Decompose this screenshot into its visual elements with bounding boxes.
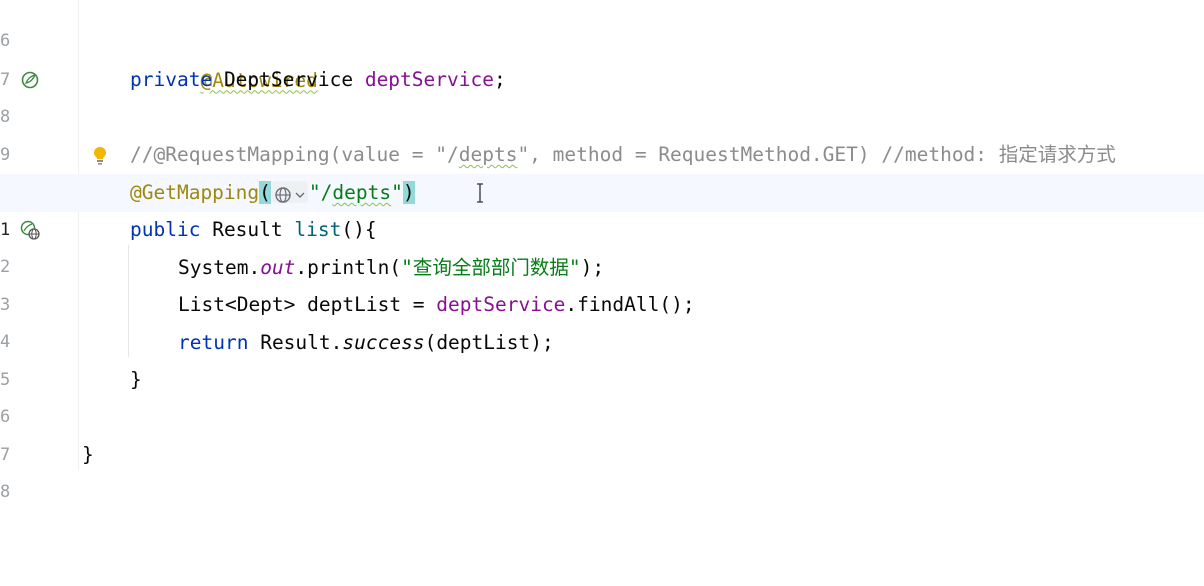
class-ref: Result. — [260, 331, 343, 354]
method-name: list — [294, 218, 342, 241]
code-line[interactable]: 6 — [0, 0, 1204, 51]
lightbulb-icon[interactable] — [92, 146, 108, 166]
code-line[interactable]: 0 //@RequestMapping(value = "/depts", me… — [0, 136, 1204, 202]
code-text: System.out.println("查询全部部门数据"); — [178, 249, 604, 287]
closing-brace: } — [130, 368, 142, 391]
field-name: deptService — [364, 68, 494, 91]
closing-brace: } — [82, 443, 94, 466]
type-name: DeptService — [223, 68, 354, 91]
class-ref: System. — [178, 256, 261, 279]
code-editor[interactable]: 6 7 @Autowired 8 private DeptService dep… — [0, 0, 1204, 502]
static-field: out — [260, 256, 296, 279]
code-line[interactable]: 3 System.out.println("查询全部部门数据"); — [0, 249, 1204, 315]
code-line-current[interactable]: 1 @GetMapping("/depts") — [0, 174, 1204, 240]
code-line[interactable]: 2 public Result list(){ — [0, 211, 1204, 277]
code-text: @GetMapping( "/depts") — [130, 174, 415, 212]
globe-inlay-hint[interactable] — [271, 180, 308, 203]
declaration: List<Dept> deptList = — [178, 293, 437, 316]
code-line[interactable]: 8 private DeptService deptService; — [0, 61, 1204, 127]
code-line[interactable]: 8 } — [0, 436, 1204, 502]
annotation-getmapping: @GetMapping — [130, 181, 260, 204]
paren-highlight: ) — [402, 181, 415, 204]
code-line[interactable]: 5 return Result.success(deptList); — [0, 324, 1204, 390]
code-line[interactable]: 7 @Autowired — [0, 24, 1204, 92]
code-line[interactable]: 7 — [0, 399, 1204, 465]
method-call: .findAll(); — [565, 293, 695, 316]
statement-end: ); — [580, 256, 605, 279]
code-line[interactable]: 4 List<Dept> deptList = deptService.find… — [0, 286, 1204, 352]
spring-web-endpoint-icon[interactable] — [20, 220, 40, 240]
string-literal: "查询全部部门数据" — [401, 256, 581, 279]
call-args: (deptList); — [424, 331, 554, 354]
comment-text: //@RequestMapping(value = "/depts", meth… — [130, 136, 1116, 174]
comment-part: //@RequestMapping(value = "/ — [130, 143, 459, 166]
string-literal: depts — [332, 181, 392, 204]
text-cursor-icon — [477, 183, 483, 203]
paren-highlight: ( — [259, 181, 271, 204]
static-method: success — [342, 331, 425, 354]
code-text: List<Dept> deptList = deptService.findAl… — [178, 286, 695, 324]
keyword-return: return — [178, 331, 249, 354]
method-signature: (){ — [341, 218, 377, 241]
code-text: public Result list(){ — [130, 211, 377, 249]
string-literal: "/ — [308, 181, 333, 204]
code-text: return Result.success(deptList); — [178, 324, 554, 362]
code-line[interactable]: 6 } — [0, 361, 1204, 427]
keyword-public: public — [130, 218, 201, 241]
globe-icon — [275, 186, 305, 203]
comment-part: depts — [458, 143, 518, 166]
string-literal: " — [391, 181, 403, 204]
comment-part: ", method = RequestMethod.GET) //method:… — [517, 143, 1116, 166]
code-line[interactable]: 9 — [0, 99, 1204, 165]
keyword-private: private — [130, 68, 213, 91]
field-ref: deptService — [436, 293, 566, 316]
line-number: 8 — [0, 481, 11, 502]
code-text: private DeptService deptService; — [130, 61, 506, 99]
spring-bean-icon[interactable] — [20, 70, 40, 90]
semicolon: ; — [493, 68, 506, 91]
method-call: .println( — [295, 256, 402, 279]
return-type: Result — [212, 218, 283, 241]
